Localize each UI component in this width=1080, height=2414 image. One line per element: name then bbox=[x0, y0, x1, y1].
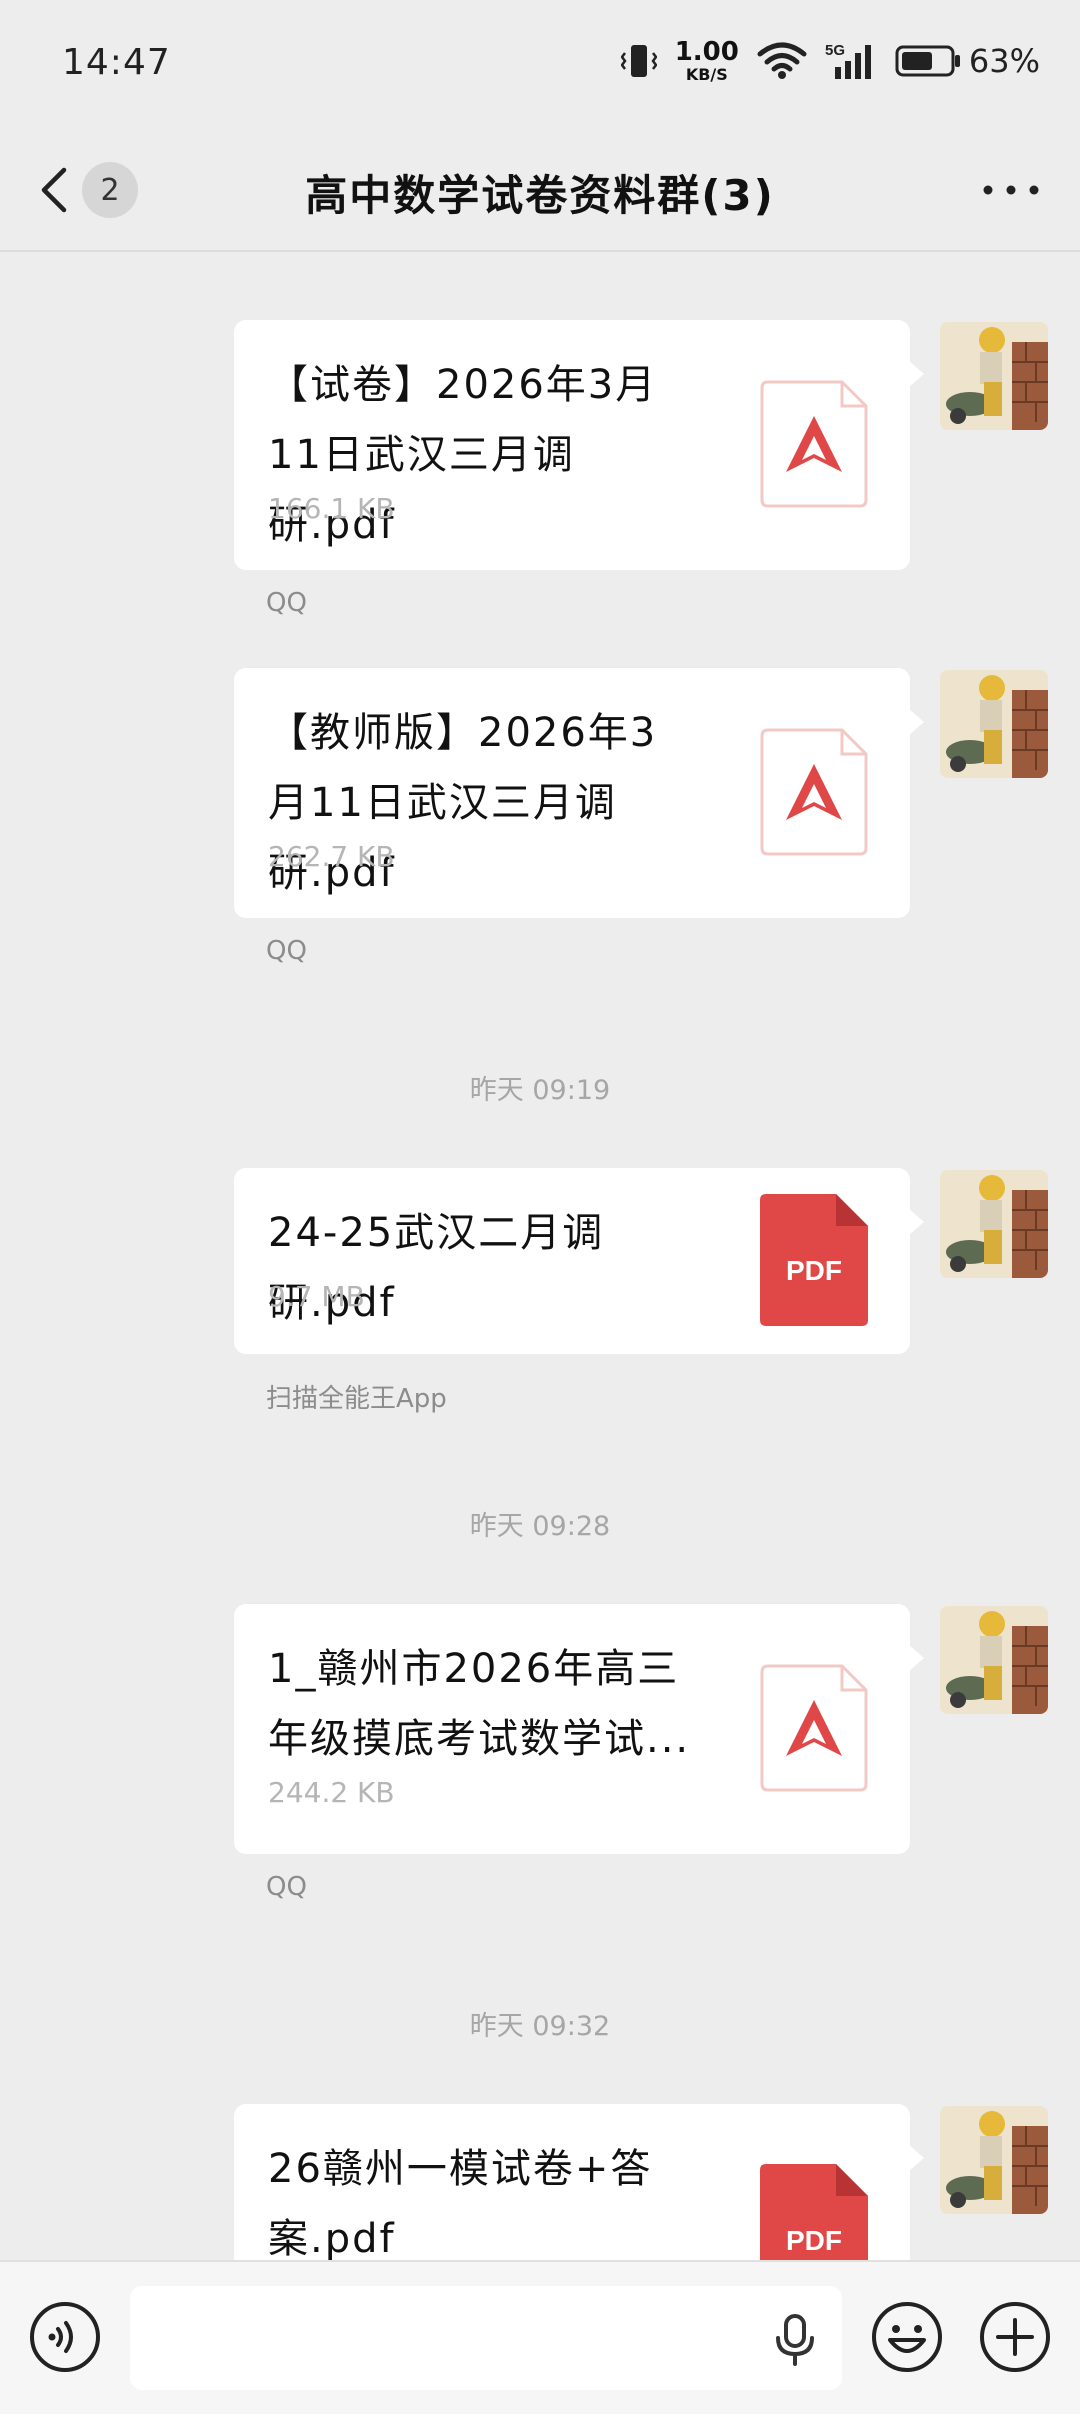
message-list[interactable]: 【试卷】2026年3月11日武汉三月调研.pdf 166.1 KB QQ 【教师… bbox=[0, 254, 1080, 2260]
cellular-5g-icon: 5G bbox=[825, 42, 871, 79]
bubble-tail bbox=[908, 1644, 924, 1672]
pdf-outline-icon bbox=[760, 1664, 868, 1792]
file-bubble[interactable]: 【试卷】2026年3月11日武汉三月调研.pdf 166.1 KB bbox=[234, 320, 910, 570]
bubble-tail bbox=[908, 360, 924, 388]
file-message: 1_赣州市2026年高三年级摸底考试数学试... 244.2 KB QQ bbox=[0, 1604, 1080, 1904]
avatar-image bbox=[940, 322, 1048, 430]
file-size: 166.1 KB bbox=[268, 492, 395, 525]
file-name: 【试卷】2026年3月11日武汉三月调研.pdf bbox=[268, 362, 658, 548]
file-message: 【教师版】2026年3月11日武汉三月调研.pdf 262.7 KB QQ bbox=[0, 668, 1080, 968]
avatar-image bbox=[940, 2106, 1048, 2214]
battery-icon bbox=[895, 45, 960, 77]
avatar[interactable] bbox=[940, 670, 1048, 778]
pdf-outline-icon bbox=[760, 380, 868, 508]
message-timestamp: 昨天 09:28 bbox=[469, 1511, 611, 1542]
avatar-image bbox=[940, 1170, 1048, 1278]
pdf-icon-label: PDF bbox=[786, 1255, 842, 1286]
bubble-tail bbox=[908, 2144, 924, 2172]
file-message: 26赣州一模试卷+答案.pdf PDF bbox=[0, 2104, 1080, 2260]
avatar[interactable] bbox=[940, 1606, 1048, 1714]
message-timestamp: 昨天 09:32 bbox=[469, 2011, 611, 2042]
file-bubble[interactable]: 24-25武汉二月调研.pdf 9.7 MB PDF bbox=[234, 1168, 910, 1354]
file-source: QQ bbox=[266, 936, 307, 966]
file-message: 【试卷】2026年3月11日武汉三月调研.pdf 166.1 KB QQ bbox=[0, 320, 1080, 620]
file-source: QQ bbox=[266, 588, 307, 618]
message-input[interactable] bbox=[130, 2286, 842, 2390]
more-options-icon[interactable] bbox=[976, 170, 1046, 210]
file-source: QQ bbox=[266, 1872, 307, 1902]
file-name: 1_赣州市2026年高三年级摸底考试数学试... bbox=[268, 1646, 691, 1762]
net-speed: 1.00 KB/S bbox=[675, 39, 739, 83]
file-message: 24-25武汉二月调研.pdf 9.7 MB PDF 扫描全能王App bbox=[0, 1168, 1080, 1418]
pdf-icon-label: PDF bbox=[786, 2225, 842, 2256]
file-size: 9.7 MB bbox=[268, 1280, 365, 1313]
net-speed-unit: KB/S bbox=[685, 65, 728, 84]
file-bubble[interactable]: 【教师版】2026年3月11日武汉三月调研.pdf 262.7 KB bbox=[234, 668, 910, 918]
file-name: 【教师版】2026年3月11日武汉三月调研.pdf bbox=[268, 710, 658, 896]
status-icons: 1.00 KB/S 5G 63% bbox=[620, 38, 1040, 84]
network-type-label: 5G bbox=[825, 42, 845, 59]
avatar[interactable] bbox=[940, 2106, 1048, 2214]
net-speed-value: 1.00 bbox=[674, 37, 739, 67]
bubble-tail bbox=[908, 1208, 924, 1236]
battery-percent: 63% bbox=[968, 42, 1040, 80]
input-bar bbox=[0, 2260, 1080, 2414]
bubble-tail bbox=[908, 708, 924, 736]
file-bubble[interactable]: 1_赣州市2026年高三年级摸底考试数学试... 244.2 KB bbox=[234, 1604, 910, 1854]
battery: 63% bbox=[895, 42, 1040, 80]
chat-title: 高中数学试卷资料群(3) bbox=[305, 171, 775, 220]
chat-header: 2 高中数学试卷资料群(3) bbox=[0, 126, 1080, 252]
status-bar: 14:47 1.00 KB/S 5G 63% bbox=[0, 0, 1080, 126]
file-name: 26赣州一模试卷+答案.pdf bbox=[268, 2146, 653, 2260]
plus-icon[interactable] bbox=[978, 2300, 1052, 2374]
chat-screen: 14:47 1.00 KB/S 5G 63% 2 高中数学试卷资料群(3) 【试… bbox=[0, 0, 1080, 2414]
file-name: 24-25武汉二月调研.pdf bbox=[268, 1210, 605, 1326]
pdf-red-icon: PDF bbox=[760, 1194, 868, 1326]
avatar[interactable] bbox=[940, 322, 1048, 430]
wifi-icon bbox=[757, 42, 807, 79]
file-size: 262.7 KB bbox=[268, 840, 395, 873]
pdf-outline-icon bbox=[760, 728, 868, 856]
emoji-icon[interactable] bbox=[870, 2300, 944, 2374]
microphone-icon[interactable] bbox=[770, 2312, 820, 2366]
status-time: 14:47 bbox=[62, 42, 171, 83]
avatar[interactable] bbox=[940, 1170, 1048, 1278]
avatar-image bbox=[940, 670, 1048, 778]
vibrate-icon bbox=[620, 45, 657, 77]
voice-icon[interactable] bbox=[28, 2300, 102, 2374]
message-timestamp: 昨天 09:19 bbox=[469, 1075, 611, 1106]
file-size: 244.2 KB bbox=[268, 1776, 395, 1809]
file-source: 扫描全能王App bbox=[266, 1384, 447, 1414]
pdf-red-icon: PDF bbox=[760, 2164, 868, 2260]
file-bubble[interactable]: 26赣州一模试卷+答案.pdf PDF bbox=[234, 2104, 910, 2260]
avatar-image bbox=[940, 1606, 1048, 1714]
